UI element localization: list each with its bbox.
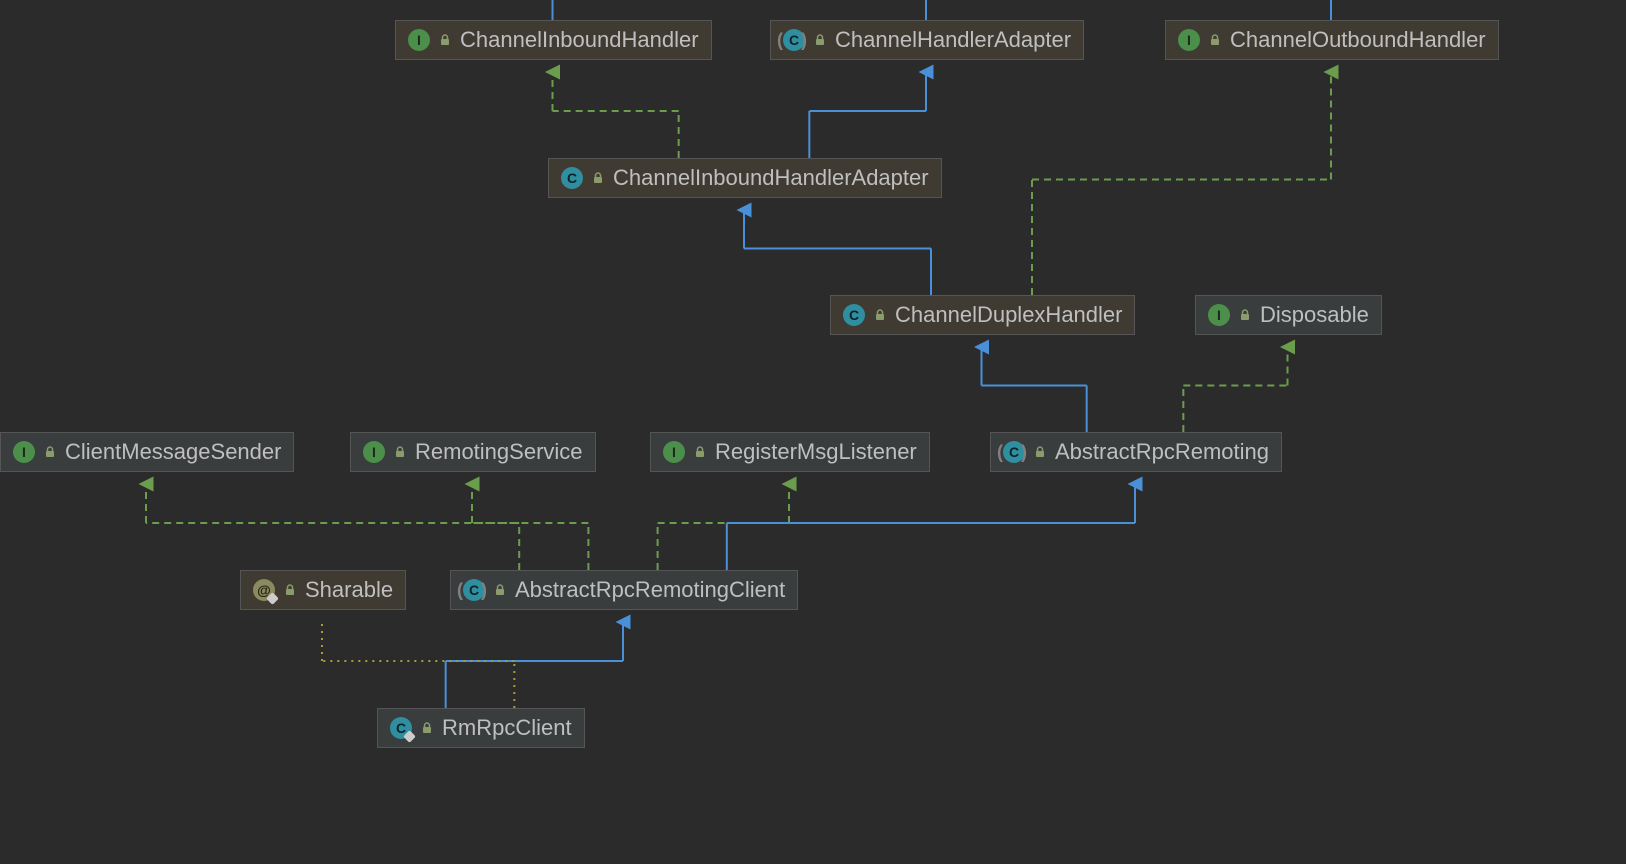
- node-AbstractRpcRemoting[interactable]: C() AbstractRpcRemoting: [990, 432, 1282, 472]
- lock-icon: [493, 577, 507, 603]
- kind-icon: C(): [1003, 441, 1025, 463]
- connectors-layer: [0, 0, 1626, 838]
- node-ChannelDuplexHandler[interactable]: C ChannelDuplexHandler: [830, 295, 1135, 335]
- lock-icon: [283, 577, 297, 603]
- node-label: ChannelInboundHandlerAdapter: [613, 165, 929, 191]
- node-ChannelInboundHandler[interactable]: I ChannelInboundHandler: [395, 20, 712, 60]
- node-label: ChannelInboundHandler: [460, 27, 699, 53]
- node-label: RemotingService: [415, 439, 583, 465]
- node-ClientMessageSender[interactable]: I ClientMessageSender: [0, 432, 294, 472]
- node-ChannelInboundHandlerAdapter[interactable]: C ChannelInboundHandlerAdapter: [548, 158, 942, 198]
- kind-icon: I: [363, 441, 385, 463]
- lock-icon: [420, 715, 434, 741]
- kind-icon: I: [1208, 304, 1230, 326]
- node-label: RmRpcClient: [442, 715, 572, 741]
- node-label: ChannelOutboundHandler: [1230, 27, 1486, 53]
- node-RemotingService[interactable]: I RemotingService: [350, 432, 596, 472]
- lock-icon: [813, 27, 827, 53]
- node-ChannelOutboundHandler[interactable]: I ChannelOutboundHandler: [1165, 20, 1499, 60]
- kind-icon: C(): [463, 579, 485, 601]
- node-label: Disposable: [1260, 302, 1369, 328]
- node-label: AbstractRpcRemotingClient: [515, 577, 785, 603]
- kind-icon: C: [390, 717, 412, 739]
- node-label: ChannelHandlerAdapter: [835, 27, 1071, 53]
- kind-icon: I: [13, 441, 35, 463]
- kind-icon: I: [1178, 29, 1200, 51]
- node-AbstractRpcRemotingClient[interactable]: C() AbstractRpcRemotingClient: [450, 570, 798, 610]
- kind-icon: C(): [783, 29, 805, 51]
- class-hierarchy-diagram: I ChannelInboundHandler C() ChannelHandlerA…: [0, 0, 1626, 838]
- lock-icon: [43, 439, 57, 465]
- node-Sharable[interactable]: @ Sharable: [240, 570, 406, 610]
- node-label: ClientMessageSender: [65, 439, 281, 465]
- node-RmRpcClient[interactable]: C RmRpcClient: [377, 708, 585, 748]
- lock-icon: [873, 302, 887, 328]
- lock-icon: [438, 27, 452, 53]
- node-label: ChannelDuplexHandler: [895, 302, 1122, 328]
- lock-icon: [393, 439, 407, 465]
- kind-icon: I: [663, 441, 685, 463]
- lock-icon: [591, 165, 605, 191]
- lock-icon: [1033, 439, 1047, 465]
- node-RegisterMsgListener[interactable]: I RegisterMsgListener: [650, 432, 930, 472]
- node-label: Sharable: [305, 577, 393, 603]
- kind-icon: @: [253, 579, 275, 601]
- lock-icon: [1208, 27, 1222, 53]
- node-ChannelHandlerAdapter[interactable]: C() ChannelHandlerAdapter: [770, 20, 1084, 60]
- kind-icon: C: [843, 304, 865, 326]
- lock-icon: [693, 439, 707, 465]
- kind-icon: I: [408, 29, 430, 51]
- node-label: AbstractRpcRemoting: [1055, 439, 1269, 465]
- lock-icon: [1238, 302, 1252, 328]
- kind-icon: C: [561, 167, 583, 189]
- node-Disposable[interactable]: I Disposable: [1195, 295, 1382, 335]
- node-label: RegisterMsgListener: [715, 439, 917, 465]
